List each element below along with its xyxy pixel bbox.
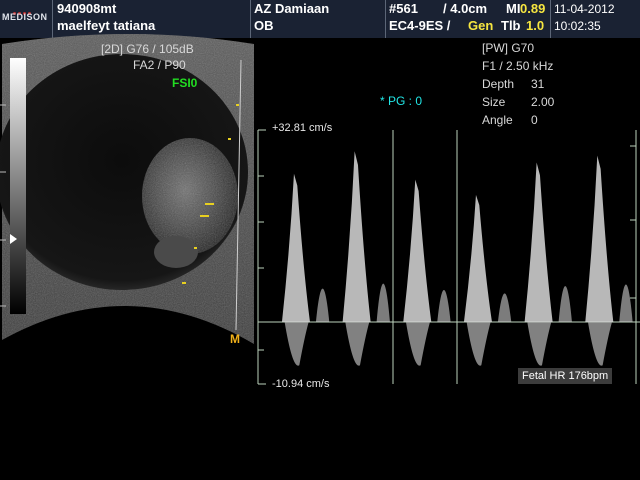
prf-value: F1 / 2.50 kHz <box>482 59 554 73</box>
fetal-hr-badge: Fetal HR 176bpm <box>518 368 613 384</box>
bmode-gain: [2D] G76 / 105dB <box>101 42 194 56</box>
doppler-trough <box>587 322 612 366</box>
doppler-secondary-peak <box>376 283 390 322</box>
bmode-sector <box>0 34 254 480</box>
doppler-secondary-peak <box>619 284 633 322</box>
pg-readout: * PG : 0 <box>380 94 423 108</box>
size-label: Size <box>482 95 506 109</box>
depth-value: 31 <box>531 77 545 91</box>
doppler-peak <box>281 173 310 322</box>
doppler-peak <box>342 151 371 322</box>
doppler-trough <box>284 322 309 366</box>
doppler-spectrum <box>257 129 640 385</box>
focus-marker-icon <box>10 234 17 244</box>
fsi-label: FSI0 <box>172 76 198 90</box>
doppler-peak <box>463 194 492 322</box>
doppler-peak <box>403 179 432 322</box>
doppler-trough <box>527 322 552 366</box>
doppler-secondary-peak <box>315 288 330 322</box>
velocity-max-label: +32.81 cm/s <box>272 122 333 134</box>
pw-gain: [PW] G70 <box>482 41 535 55</box>
size-value: 2.00 <box>531 95 555 109</box>
m-marker: M <box>230 332 240 346</box>
bmode-params: FA2 / P90 <box>133 58 186 72</box>
angle-label: Angle <box>482 113 513 127</box>
grayscale-bar <box>10 58 26 314</box>
depth-label: Depth <box>482 77 515 91</box>
doppler-trough <box>345 322 370 366</box>
doppler-secondary-peak <box>437 289 451 322</box>
doppler-peak <box>524 162 553 322</box>
angle-value: 0 <box>531 113 538 127</box>
velocity-min-label: -10.94 cm/s <box>272 378 330 390</box>
doppler-trough <box>466 322 491 366</box>
doppler-secondary-peak <box>558 286 572 322</box>
doppler-secondary-peak <box>497 293 512 322</box>
doppler-peak <box>585 155 614 322</box>
doppler-trough <box>405 322 430 366</box>
